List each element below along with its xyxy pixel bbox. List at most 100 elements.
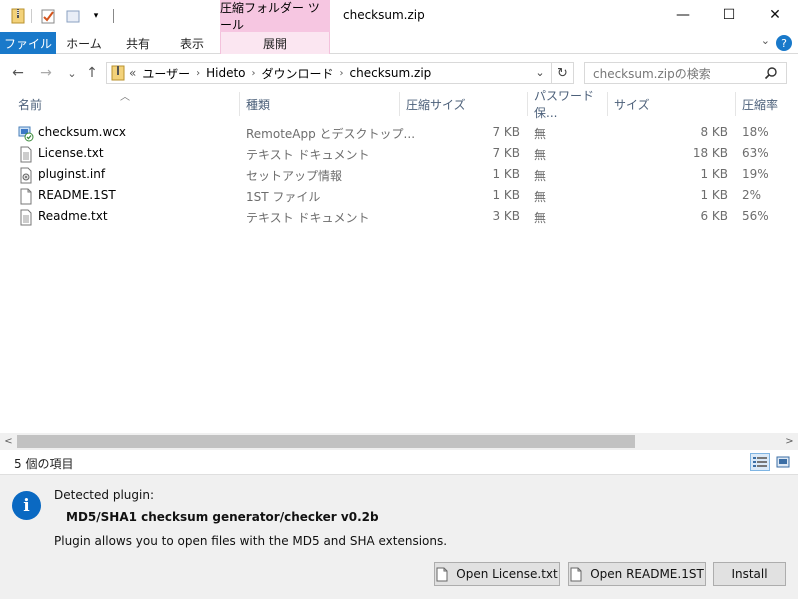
table-row[interactable]: License.txt テキスト ドキュメント 7 KB 無 18 KB 63% — [0, 143, 798, 164]
document-icon — [570, 567, 582, 582]
file-size: 6 KB — [700, 209, 728, 223]
item-count: 5 個の項目 — [14, 457, 74, 471]
file-password: 無 — [534, 190, 547, 204]
file-type: テキスト ドキュメント — [246, 148, 370, 162]
file-size: 1 KB — [700, 188, 728, 202]
file-type: テキスト ドキュメント — [246, 211, 370, 225]
address-dropdown-icon[interactable]: ⌄ — [530, 62, 550, 82]
file-type: セットアップ情報 — [246, 169, 343, 183]
file-name: README.1ST — [38, 188, 116, 202]
column-size[interactable]: サイズ — [608, 92, 736, 116]
breadcrumb-separator-icon[interactable]: › — [196, 68, 200, 79]
breadcrumb-hideto[interactable]: Hideto — [206, 66, 245, 80]
plugin-name: MD5/SHA1 checksum generator/checker v0.2… — [66, 510, 379, 524]
column-type[interactable]: 種類 — [240, 92, 400, 116]
file-size: 8 KB — [700, 125, 728, 139]
minimize-button[interactable]: — — [660, 0, 706, 30]
tab-extract[interactable]: 展開 — [220, 32, 330, 54]
navigation-bar: ← → ⌄ ↑ « ユーザー › Hideto › ダウンロード › check… — [0, 60, 798, 86]
plugin-description: Plugin allows you to open files with the… — [54, 534, 448, 548]
file-size: 1 KB — [700, 167, 728, 181]
file-password: 無 — [534, 169, 547, 183]
file-password: 無 — [534, 127, 547, 141]
column-ratio[interactable]: 圧縮率 — [736, 92, 798, 116]
table-row[interactable]: README.1ST 1ST ファイル 1 KB 無 1 KB 2% — [0, 185, 798, 206]
file-password: 無 — [534, 211, 547, 225]
table-row[interactable]: checksum.wcx RemoteApp とデスクトップ... 7 KB 無… — [0, 122, 798, 143]
search-placeholder: checksum.zipの検索 — [593, 66, 711, 81]
open-readme-button[interactable]: Open README.1ST — [568, 562, 706, 586]
wcx-file-icon — [18, 125, 34, 142]
recent-locations-button[interactable]: ⌄ — [62, 63, 82, 83]
breadcrumb-separator-icon[interactable]: › — [340, 68, 344, 79]
up-button[interactable]: ↑ — [82, 63, 102, 83]
zip-folder-icon — [111, 65, 125, 81]
tab-share[interactable]: 共有 — [112, 32, 164, 54]
install-button[interactable]: Install — [713, 562, 786, 586]
details-view-icon[interactable] — [750, 453, 770, 471]
scrollbar-thumb[interactable] — [17, 435, 635, 448]
large-icons-view-icon[interactable] — [773, 453, 793, 471]
file-ratio: 63% — [742, 146, 769, 160]
maximize-button[interactable]: ☐ — [706, 0, 752, 30]
collapse-ribbon-icon[interactable]: ⌄ — [761, 34, 770, 47]
plugin-detection-panel: i Detected plugin: MD5/SHA1 checksum gen… — [0, 474, 798, 599]
tab-view[interactable]: 表示 — [166, 32, 218, 54]
search-icon[interactable] — [764, 66, 778, 80]
file-compressed-size: 3 KB — [492, 209, 520, 223]
scroll-right-icon[interactable]: > — [781, 434, 798, 449]
open-license-label: Open License.txt — [456, 567, 558, 581]
column-headers: ︿ 名前 種類 圧縮サイズ パスワード保... サイズ 圧縮率 — [0, 89, 798, 120]
scroll-left-icon[interactable]: < — [0, 434, 17, 449]
file-name: checksum.wcx — [38, 125, 127, 139]
column-password-protected[interactable]: パスワード保... — [528, 89, 608, 120]
status-bar: 5 個の項目 — [0, 450, 798, 474]
compressed-folder-tools-label: 圧縮フォルダー ツール — [220, 0, 330, 32]
file-ratio: 2% — [742, 188, 762, 202]
breadcrumb-downloads[interactable]: ダウンロード — [262, 65, 334, 82]
breadcrumb-checksum-zip[interactable]: checksum.zip — [350, 66, 432, 80]
detected-plugin-label: Detected plugin: — [54, 488, 154, 502]
close-button[interactable]: ✕ — [752, 0, 798, 30]
zip-folder-icon — [10, 8, 26, 24]
column-compressed-size[interactable]: 圧縮サイズ — [400, 92, 528, 116]
table-row[interactable]: pluginst.inf セットアップ情報 1 KB 無 1 KB 19% — [0, 164, 798, 185]
file-ratio: 18% — [742, 125, 769, 139]
table-row[interactable]: Readme.txt テキスト ドキュメント 3 KB 無 6 KB 56% — [0, 206, 798, 227]
file-compressed-size: 1 KB — [492, 188, 520, 202]
tab-file[interactable]: ファイル — [0, 32, 56, 54]
tab-home[interactable]: ホーム — [58, 32, 110, 54]
file-name: Readme.txt — [38, 209, 108, 223]
column-name[interactable]: 名前 — [12, 92, 240, 116]
search-input[interactable]: checksum.zipの検索 — [584, 62, 787, 84]
open-license-button[interactable]: Open License.txt — [434, 562, 560, 586]
forward-button[interactable]: → — [36, 63, 56, 83]
breadcrumb-separator-icon[interactable]: › — [252, 68, 256, 79]
quick-access-toolbar: ▾ — [10, 7, 114, 25]
properties-icon[interactable] — [40, 8, 56, 24]
path-overflow-icon[interactable]: « — [129, 66, 136, 80]
title-bar: ▾ 圧縮フォルダー ツール checksum.zip — ☐ ✕ — [0, 0, 798, 32]
ribbon-tabs: ファイル ホーム 共有 表示 展開 ⌄ ? — [0, 32, 798, 54]
generic-file-icon — [18, 188, 34, 205]
file-ratio: 19% — [742, 167, 769, 181]
file-size: 18 KB — [692, 146, 728, 160]
file-password: 無 — [534, 148, 547, 162]
breadcrumb-users[interactable]: ユーザー — [142, 65, 190, 82]
file-name: License.txt — [38, 146, 104, 160]
file-type: RemoteApp とデスクトップ... — [246, 127, 416, 141]
back-button[interactable]: ← — [8, 63, 28, 83]
text-file-icon — [18, 146, 34, 163]
new-folder-icon[interactable] — [65, 8, 81, 24]
text-file-icon — [18, 209, 34, 226]
customize-toolbar-chevron-icon[interactable]: ▾ — [88, 8, 104, 24]
file-compressed-size: 7 KB — [492, 125, 520, 139]
window-title: checksum.zip — [343, 8, 425, 22]
file-compressed-size: 7 KB — [492, 146, 520, 160]
inf-file-icon — [18, 167, 34, 184]
address-bar[interactable]: « ユーザー › Hideto › ダウンロード › checksum.zip — [106, 62, 552, 84]
refresh-button[interactable]: ↻ — [552, 62, 574, 84]
help-icon[interactable]: ? — [776, 35, 792, 51]
file-list: checksum.wcx RemoteApp とデスクトップ... 7 KB 無… — [0, 122, 798, 227]
horizontal-scrollbar[interactable]: < > — [0, 433, 798, 450]
